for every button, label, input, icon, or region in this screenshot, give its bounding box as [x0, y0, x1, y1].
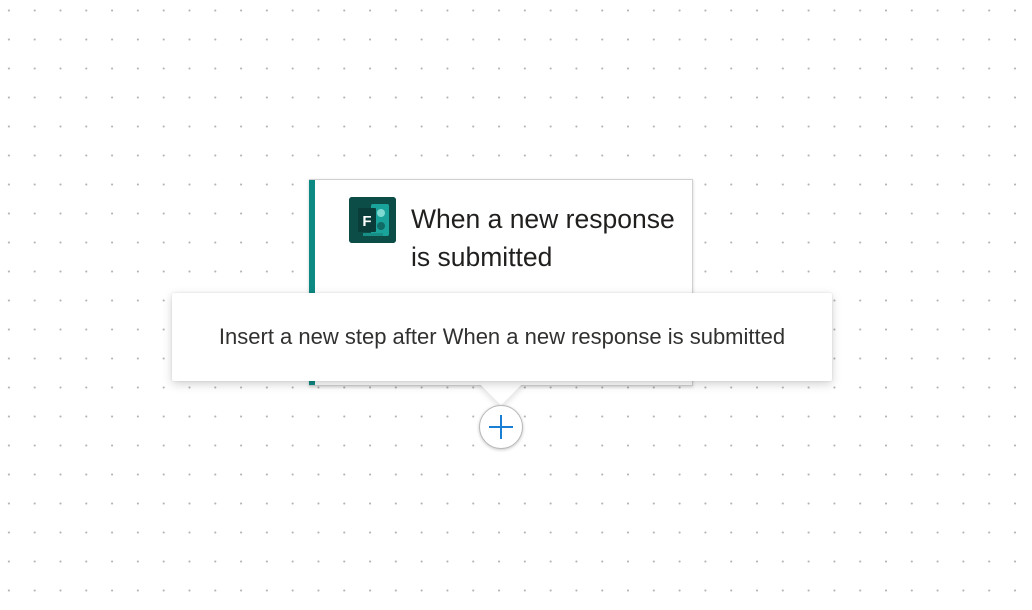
insert-step-tooltip: Insert a new step after When a new respo…	[172, 293, 832, 381]
trigger-title: When a new response is submitted	[411, 204, 675, 272]
plus-icon	[489, 415, 513, 439]
microsoft-forms-icon: F	[349, 197, 396, 243]
insert-new-step-button[interactable]	[479, 405, 523, 449]
flow-designer-canvas: F When a new response is submitted Inser…	[0, 0, 1032, 610]
forms-icon-letter: F	[362, 213, 371, 230]
tooltip-text: Insert a new step after When a new respo…	[218, 324, 786, 349]
